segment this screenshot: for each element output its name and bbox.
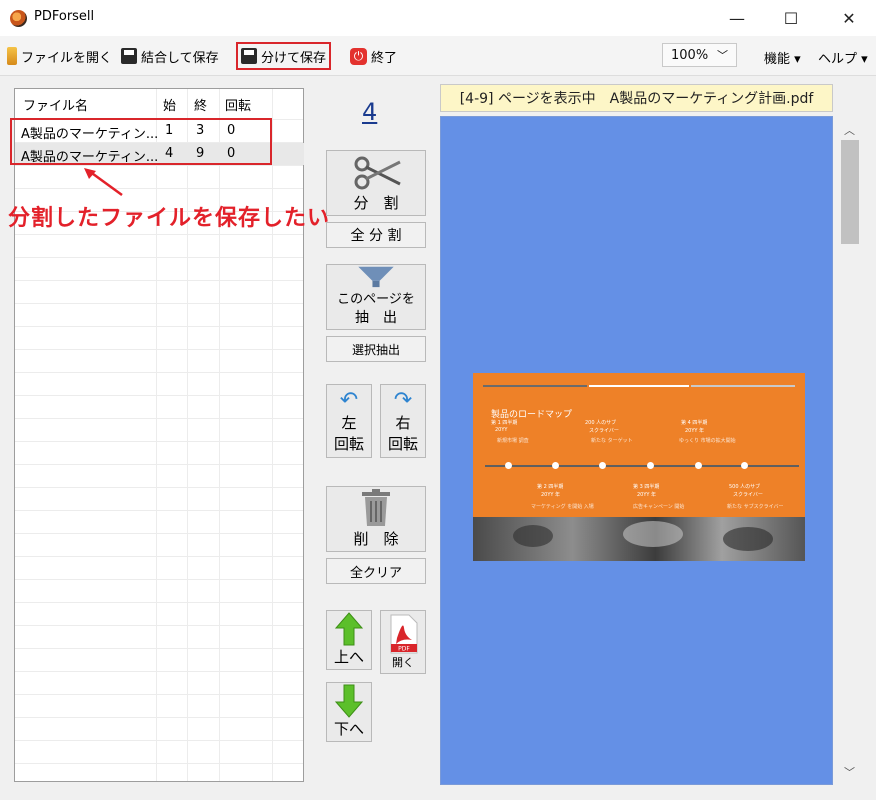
quit-button[interactable]: ⏻ 終了 [347, 44, 400, 68]
split-all-button[interactable]: 全 分 割 [326, 222, 426, 248]
split-label: 分 割 [353, 194, 399, 212]
scroll-down-icon[interactable]: ﹀ [844, 764, 855, 780]
slide-q3-year: 20YY 年 [637, 492, 657, 498]
quit-label: 終了 [371, 50, 398, 66]
rotate-left-button[interactable]: ↶ 左 回転 [326, 384, 372, 458]
highlight-box [10, 118, 272, 165]
slide-q2-year: 20YY 年 [541, 492, 561, 498]
move-up-label: 上へ [333, 648, 364, 666]
slide-q3-note: 広告キャンペーン 開始 [633, 504, 685, 510]
rotate-right-icon: ↷ [393, 388, 413, 413]
floppy-disk-icon [121, 48, 137, 64]
floppy-disk-icon [241, 48, 257, 64]
trash-icon [362, 489, 390, 526]
column-header-end[interactable]: 終 [194, 95, 207, 114]
rotate-right-label-2: 回転 [387, 435, 418, 453]
slide-users200-note: 新たな ターゲット [591, 438, 633, 444]
slide-q4: 第 4 四半期 [681, 420, 708, 426]
scissors-icon [354, 156, 401, 190]
column-header-filename[interactable]: ファイル名 [23, 95, 88, 114]
slide-users500-note: 新たな サブスクライバー [727, 504, 784, 510]
rotate-right-label-1: 右 [395, 414, 411, 432]
open-file-button[interactable]: ファイルを開く [4, 44, 115, 68]
slide-users500-sub: スクライバー [733, 492, 763, 498]
slide-users200-sub: スクライバー [589, 428, 619, 434]
split-button[interactable]: 分 割 [326, 150, 426, 216]
slide-q3: 第 3 四半期 [633, 484, 660, 490]
slide-q2: 第 2 四半期 [537, 484, 564, 490]
annotation-arrow [84, 168, 123, 197]
slide-q2-note: マーケティング を開始 入場 [531, 504, 594, 510]
move-down-label: 下へ [333, 720, 364, 738]
pdf-badge: PDF [398, 646, 410, 653]
rotate-left-label-2: 回転 [333, 435, 364, 453]
window-title: PDForsell [34, 9, 95, 24]
app-logo-icon [10, 10, 27, 27]
rotate-right-button[interactable]: ↷ 右 回転 [380, 384, 426, 458]
extract-selected-button[interactable]: 選択抽出 [326, 336, 426, 362]
close-button[interactable]: ✕ [826, 0, 872, 36]
split-save-label: 分けて保存 [261, 50, 327, 66]
functions-menu[interactable]: 機能 ▾ [764, 48, 801, 67]
scroll-up-icon[interactable]: ︿ [844, 122, 855, 138]
slide-photo [473, 517, 805, 561]
slide-q1-note: 新規市場 調査 [497, 438, 529, 444]
delete-button[interactable]: 削 除 [326, 486, 426, 552]
slide-q4-year: 20YY 年 [685, 428, 705, 434]
split-save-button[interactable]: 分けて保存 [235, 42, 332, 70]
minimize-button[interactable]: — [714, 0, 760, 36]
arrow-up-icon [335, 612, 363, 646]
merge-save-button[interactable]: 結合して保存 [118, 44, 222, 68]
slide-q1: 第 1 四半期 [491, 420, 518, 426]
zoom-select[interactable]: 100% ﹀ [662, 43, 737, 67]
slide-q1-year: 20YY [495, 427, 508, 433]
power-icon: ⏻ [350, 47, 367, 65]
move-down-button[interactable]: 下へ [326, 682, 372, 742]
file-icon [7, 47, 17, 65]
delete-label: 削 除 [353, 530, 399, 548]
help-menu[interactable]: ヘルプ ▾ [818, 48, 868, 67]
chevron-down-icon: ﹀ [717, 49, 728, 62]
open-file-label: ファイルを開く [21, 50, 113, 66]
funnel-icon [358, 266, 394, 288]
arrow-down-icon [335, 684, 363, 718]
scroll-thumb[interactable] [841, 140, 859, 244]
pdf-file-icon: PDF [390, 614, 418, 654]
rotate-left-label-1: 左 [341, 414, 357, 432]
extract-page-label-2: 抽 出 [355, 310, 397, 326]
clear-all-button[interactable]: 全クリア [326, 558, 426, 584]
maximize-button[interactable]: ☐ [768, 0, 814, 36]
page-number: 4 [362, 98, 378, 126]
file-table: ファイル名 始 終 回転 A製品のマーケティン... 1 3 0 A製品のマーケ… [14, 88, 304, 782]
column-header-rotate[interactable]: 回転 [225, 95, 251, 114]
column-header-start[interactable]: 始 [163, 95, 176, 114]
slide-users200: 200 人のサブ [585, 420, 617, 426]
extract-page-button[interactable]: このページを 抽 出 [326, 264, 426, 330]
annotation-text: 分割したファイルを保存したい [8, 206, 331, 231]
page-status-label: [4-9] ページを表示中 A製品のマーケティング計画.pdf [440, 84, 833, 112]
slide-thumbnail: 製品のロードマップ 第 1 四半期 20YY 新規市場 調査 200 人のサブ … [473, 373, 805, 561]
slide-users500: 500 人のサブ [729, 484, 761, 490]
open-pdf-button[interactable]: PDF 開く [380, 610, 426, 674]
extract-page-label-1: このページを [337, 292, 415, 307]
merge-save-label: 結合して保存 [141, 50, 219, 66]
rotate-left-icon: ↶ [339, 388, 359, 413]
zoom-value: 100% [671, 47, 709, 63]
slide-q4-note: ゆっくり 市場の拡大開始 [679, 438, 736, 444]
move-up-button[interactable]: 上へ [326, 610, 372, 670]
open-pdf-label: 開く [392, 656, 414, 669]
